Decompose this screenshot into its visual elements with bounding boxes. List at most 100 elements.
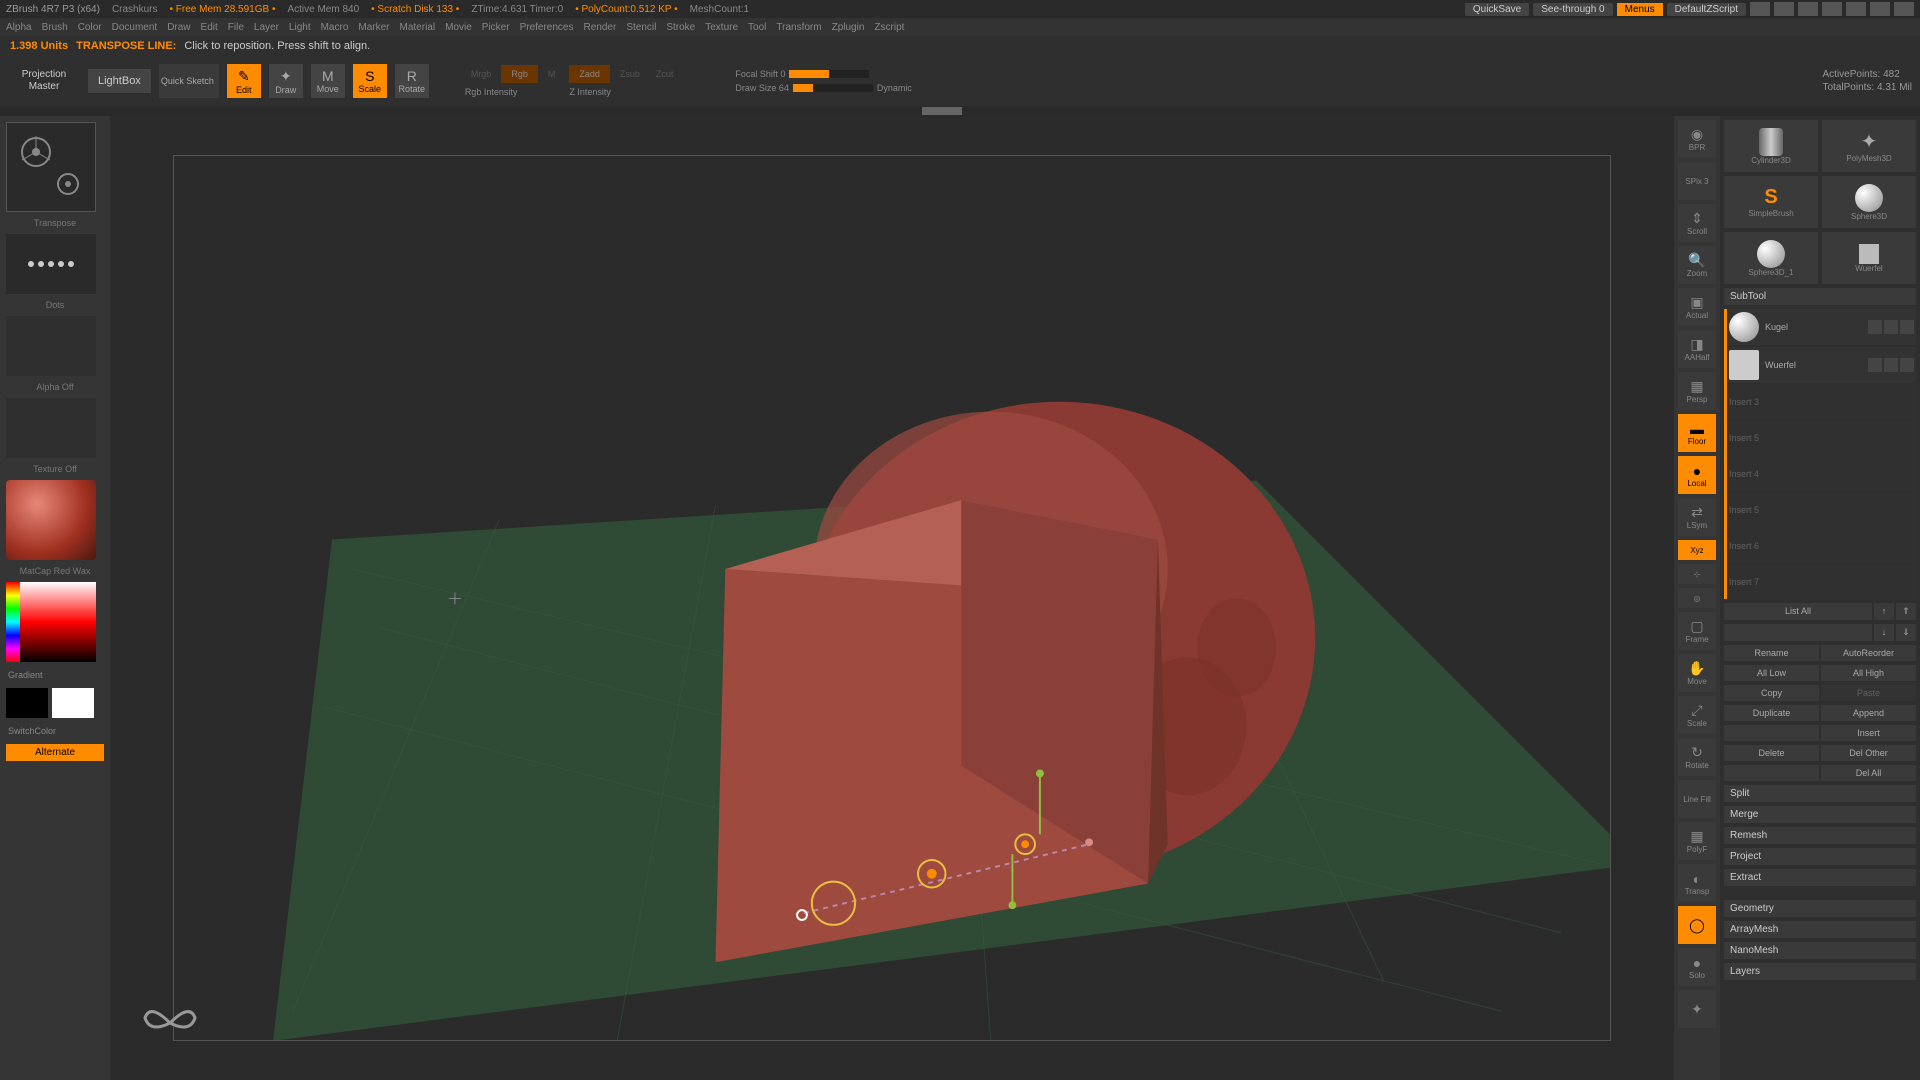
autoreorder-button[interactable]: AutoReorder [1821, 645, 1916, 661]
polyf-button[interactable]: ▦PolyF [1678, 822, 1716, 860]
menu-preferences[interactable]: Preferences [520, 22, 574, 33]
menu-document[interactable]: Document [112, 22, 158, 33]
gradient-label[interactable]: Gradient [6, 668, 104, 682]
menu-marker[interactable]: Marker [358, 22, 389, 33]
color-picker[interactable] [6, 582, 96, 662]
draw-button[interactable]: ✦Draw [269, 64, 303, 98]
material-preview[interactable] [6, 480, 96, 560]
subtool-item-empty[interactable]: Insert 5 [1727, 421, 1916, 455]
lightbox-button[interactable]: LightBox [88, 69, 151, 93]
all-low-button[interactable]: All Low [1724, 665, 1819, 681]
down-arrow-icon[interactable]: ↓ [1874, 624, 1894, 641]
subtool-item-empty[interactable]: Insert 7 [1727, 565, 1916, 599]
split-header[interactable]: Split [1724, 785, 1916, 802]
scroll-button[interactable]: ⇕Scroll [1678, 204, 1716, 242]
zsub-button[interactable]: Zsub [614, 67, 646, 81]
del-other-button[interactable]: Del Other [1821, 745, 1916, 761]
dock-icon[interactable] [1822, 2, 1842, 16]
del-all-button[interactable]: Del All [1821, 765, 1916, 781]
menu-file[interactable]: File [228, 22, 244, 33]
menu-zscript[interactable]: Zscript [874, 22, 904, 33]
quick-sketch-button[interactable]: Quick Sketch [159, 64, 219, 98]
local-button[interactable]: ●Local [1678, 456, 1716, 494]
canvas[interactable] [173, 155, 1612, 1042]
layers-header[interactable]: Layers [1724, 963, 1916, 980]
m-button[interactable]: M [542, 67, 562, 81]
tool-polymesh[interactable]: ✦PolyMesh3D [1822, 120, 1916, 172]
stroke-preview[interactable] [6, 234, 96, 294]
menu-brush[interactable]: Brush [42, 22, 68, 33]
append-button[interactable]: Append [1821, 705, 1916, 721]
viewport[interactable] [110, 116, 1674, 1080]
tool-wuerfel[interactable]: Wuerfel [1822, 232, 1916, 284]
actual-button[interactable]: ▣Actual [1678, 288, 1716, 326]
subtool-item-empty[interactable]: Insert 5 [1727, 493, 1916, 527]
subtool-item-empty[interactable]: Insert 3 [1727, 385, 1916, 419]
scale-view-button[interactable]: ⤢Scale [1678, 696, 1716, 734]
menu-movie[interactable]: Movie [445, 22, 472, 33]
edit-button[interactable]: ✎Edit [227, 64, 261, 98]
move-view-button[interactable]: ✋Move [1678, 654, 1716, 692]
minimize-icon[interactable] [1846, 2, 1866, 16]
frame-button[interactable]: ▢Frame [1678, 612, 1716, 650]
menu-stencil[interactable]: Stencil [626, 22, 656, 33]
axis-icon[interactable]: ⊹ [1678, 564, 1716, 584]
menu-texture[interactable]: Texture [705, 22, 738, 33]
maximize-icon[interactable] [1870, 2, 1890, 16]
all-high-button[interactable]: All High [1821, 665, 1916, 681]
mrgb-button[interactable]: Mrgb [465, 67, 498, 81]
menu-tool[interactable]: Tool [748, 22, 766, 33]
delete-button[interactable]: Delete [1724, 745, 1819, 761]
transp-button[interactable]: ◐Transp [1678, 864, 1716, 902]
eye-icon[interactable] [1868, 320, 1882, 334]
alternate-button[interactable]: Alternate [6, 744, 104, 761]
solo-button[interactable]: ●Solo [1678, 948, 1716, 986]
geometry-header[interactable]: Geometry [1724, 900, 1916, 917]
subtool-item-kugel[interactable]: Kugel [1727, 309, 1916, 345]
swatch-white[interactable] [52, 688, 94, 718]
up-arrow-icon[interactable]: ↑ [1874, 603, 1894, 620]
spix-button[interactable]: SPix 3 [1678, 162, 1716, 200]
brush-preview[interactable] [6, 122, 96, 212]
tool-sphere3d[interactable]: Sphere3D [1822, 176, 1916, 228]
rgb-button[interactable]: Rgb [501, 65, 538, 83]
projection-master-button[interactable]: Projection Master [8, 69, 80, 93]
zadd-button[interactable]: Zadd [569, 65, 610, 83]
remesh-header[interactable]: Remesh [1724, 827, 1916, 844]
bpr-button[interactable]: ◉BPR [1678, 120, 1716, 158]
quicksave-button[interactable]: QuickSave [1465, 3, 1529, 16]
menu-macro[interactable]: Macro [321, 22, 349, 33]
menu-layer[interactable]: Layer [254, 22, 279, 33]
move-down-icon[interactable]: ⇓ [1896, 624, 1916, 641]
switchcolor-button[interactable]: SwitchColor [6, 724, 104, 738]
paste-button[interactable]: Paste [1821, 685, 1916, 701]
menu-render[interactable]: Render [584, 22, 617, 33]
swatch-black[interactable] [6, 688, 48, 718]
aahalf-button[interactable]: ◨AAHalf [1678, 330, 1716, 368]
focal-shift-label[interactable]: Focal Shift 0 [735, 69, 785, 79]
dock-icon[interactable] [1798, 2, 1818, 16]
dock-icon[interactable] [1750, 2, 1770, 16]
brush-icon[interactable] [1884, 320, 1898, 334]
zoom-button[interactable]: 🔍Zoom [1678, 246, 1716, 284]
project-header[interactable]: Project [1724, 848, 1916, 865]
draw-size-label[interactable]: Draw Size 64 [735, 83, 789, 93]
floor-button[interactable]: ▬Floor [1678, 414, 1716, 452]
tool-cylinder[interactable]: Cylinder3D [1724, 120, 1818, 172]
subtool-item-wuerfel[interactable]: Wuerfel [1727, 347, 1916, 383]
menu-light[interactable]: Light [289, 22, 311, 33]
merge-header[interactable]: Merge [1724, 806, 1916, 823]
extract-header[interactable]: Extract [1724, 869, 1916, 886]
alpha-slot[interactable] [6, 316, 96, 376]
rotate-view-button[interactable]: ↻Rotate [1678, 738, 1716, 776]
scroll-indicator[interactable] [0, 106, 1920, 116]
rename-button[interactable]: Rename [1724, 645, 1819, 661]
menu-material[interactable]: Material [400, 22, 436, 33]
menu-picker[interactable]: Picker [482, 22, 510, 33]
center-icon[interactable]: ◎ [1678, 588, 1716, 608]
eye-icon[interactable] [1868, 358, 1882, 372]
rotate-button[interactable]: RRotate [395, 64, 429, 98]
dock-icon[interactable] [1774, 2, 1794, 16]
texture-slot[interactable] [6, 398, 96, 458]
tool-simplebrush[interactable]: SSimpleBrush [1724, 176, 1818, 228]
